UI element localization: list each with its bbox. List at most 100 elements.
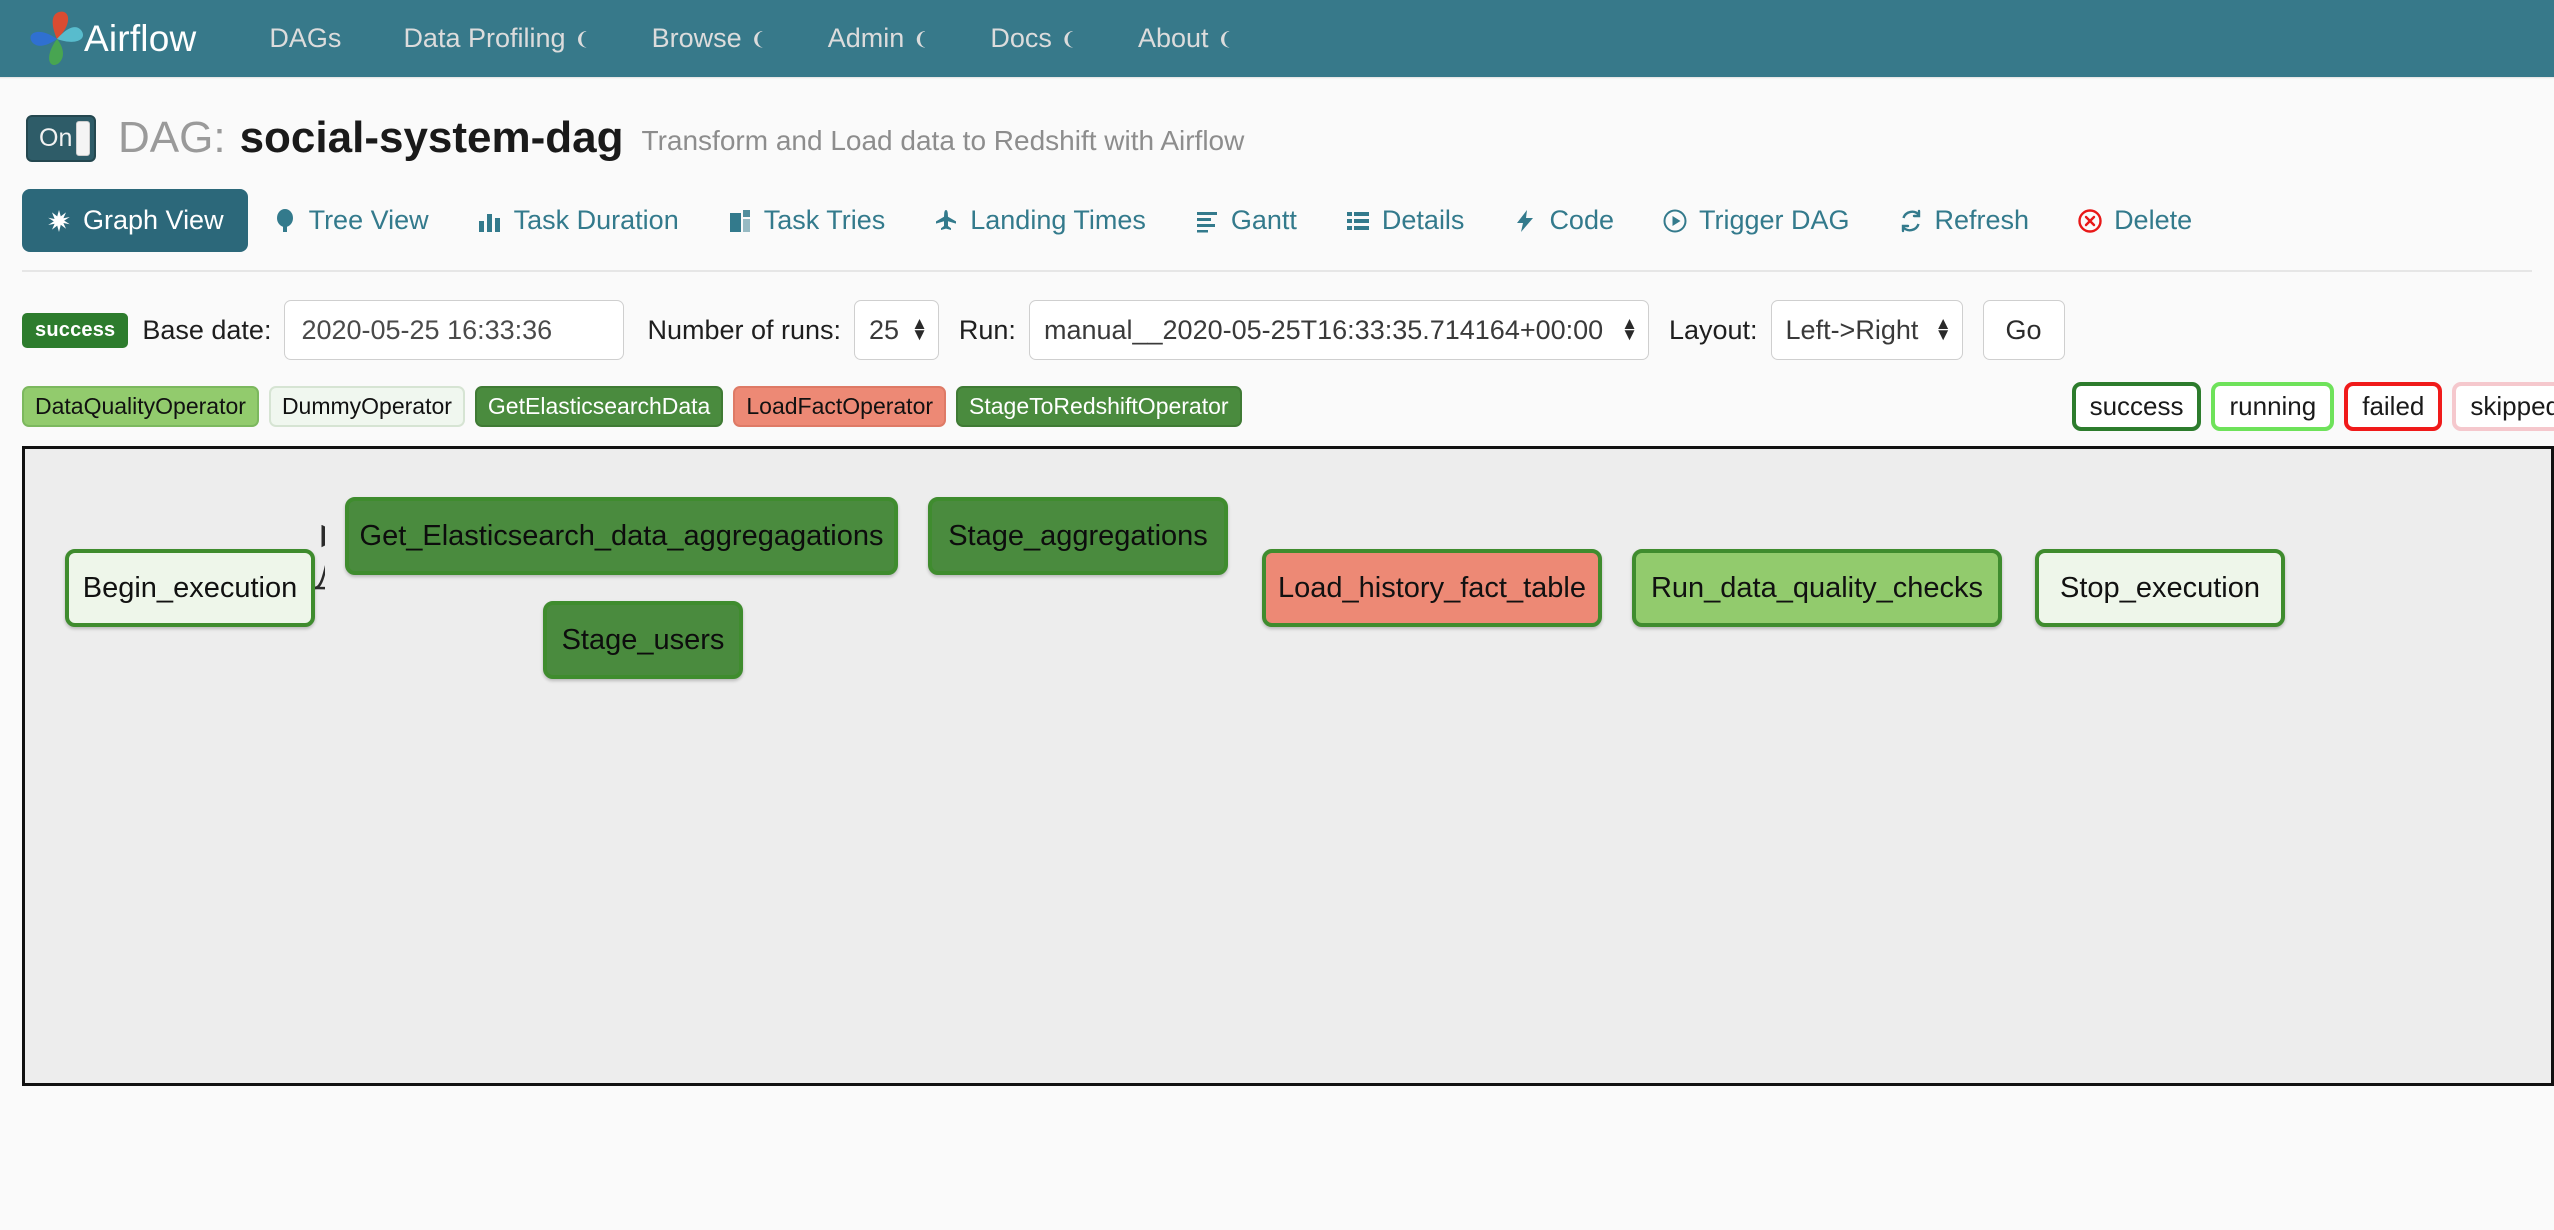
operator-legend-badge[interactable]: DataQualityOperator xyxy=(22,385,259,427)
chevron-down-icon: ❨ xyxy=(574,29,590,49)
spinner-arrows-icon: ▲ ▼ xyxy=(911,314,928,344)
dag-task-node[interactable]: Run_data_quality_checks xyxy=(1632,549,2002,627)
number-of-runs-label: Number of runs: xyxy=(647,314,842,345)
nav-item-label: DAGs xyxy=(269,23,342,53)
run-value: manual__2020-05-25T16:33:35.714164+00:00 xyxy=(1043,314,1604,345)
tab-label: Task Duration xyxy=(513,205,679,235)
status-legend-badge[interactable]: success xyxy=(2071,381,2202,431)
tab-landing-times[interactable]: Landing Times xyxy=(909,189,1170,252)
tab-label: Landing Times xyxy=(970,205,1146,235)
tab-task-tries[interactable]: Task Tries xyxy=(703,189,910,252)
legend-bar: DataQualityOperator DummyOperator GetElast… xyxy=(0,381,2554,431)
graph-edge xyxy=(314,586,325,590)
tab-label: Task Tries xyxy=(763,205,886,235)
tab-label: Graph View xyxy=(83,205,224,235)
dag-toggle-label: On xyxy=(39,123,73,152)
view-tab-bar: Graph View Tree View Task Duration Task … xyxy=(0,189,2554,252)
operator-legend-badge[interactable]: LoadFactOperator xyxy=(733,385,947,427)
brand-home-link[interactable]: Airflow xyxy=(26,8,196,70)
tab-task-duration[interactable]: Task Duration xyxy=(453,189,703,252)
delete-circle-icon xyxy=(2077,208,2103,234)
operator-legend-badge[interactable]: StageToRedshiftOperator xyxy=(956,385,1242,427)
refresh-icon xyxy=(1898,208,1924,234)
tab-refresh[interactable]: Refresh xyxy=(1874,189,2054,252)
tab-code[interactable]: Code xyxy=(1488,189,1638,252)
tab-label: Gantt xyxy=(1230,205,1297,235)
chevron-down-icon: ❨ xyxy=(913,29,929,49)
chevron-down-icon: ❨ xyxy=(1217,29,1233,49)
tab-graph-view[interactable]: Graph View xyxy=(22,189,248,252)
dag-task-node[interactable]: Load_history_fact_table xyxy=(1262,549,1602,627)
tree-icon xyxy=(272,208,298,234)
nav-item-label: Docs xyxy=(990,23,1052,53)
nav-item-dags[interactable]: DAGs xyxy=(238,23,372,54)
base-date-input[interactable] xyxy=(284,300,625,360)
nav-item-browse[interactable]: Browse ❨ xyxy=(621,23,797,54)
navbar-menu: DAGs Data Profiling ❨ Browse ❨ Admin ❨ D… xyxy=(238,23,1263,54)
tab-gantt[interactable]: Gantt xyxy=(1170,189,1321,252)
status-legend-badge[interactable]: skipped xyxy=(2452,381,2554,431)
status-legend: success running failed skipped xyxy=(2071,381,2554,431)
status-legend-badge[interactable]: running xyxy=(2211,381,2335,431)
dag-task-node[interactable]: Stage_aggregations xyxy=(928,497,1228,575)
layout-label: Layout: xyxy=(1668,314,1758,345)
status-badge: success xyxy=(22,312,129,348)
tab-tree-view[interactable]: Tree View xyxy=(248,189,453,252)
nav-item-about[interactable]: About ❨ xyxy=(1107,23,1264,54)
bar-chart-icon xyxy=(477,208,503,234)
tab-label: Delete xyxy=(2114,205,2193,235)
dag-task-node[interactable]: Begin_execution xyxy=(65,549,315,627)
bolt-icon xyxy=(1512,208,1538,234)
number-of-runs-select[interactable]: 25 ▲ ▼ xyxy=(854,300,939,360)
tab-label: Trigger DAG xyxy=(1698,205,1850,235)
plane-icon xyxy=(933,208,959,234)
base-date-label: Base date: xyxy=(142,314,272,345)
layout-select[interactable]: Left->Right ▲ ▼ xyxy=(1770,300,1963,360)
dag-task-node[interactable]: Get_Elasticsearch_data_aggregagations xyxy=(345,497,898,575)
dag-header: On DAG: social-system-dag Transform and … xyxy=(0,79,2554,163)
dag-description: Transform and Load data to Redshift with… xyxy=(641,125,1245,156)
dag-graph-canvas[interactable]: Begin_execution Get_Elasticsearch_data_ag… xyxy=(22,446,2554,1086)
spinner-arrows-icon: ▲ ▼ xyxy=(1934,314,1952,344)
play-circle-icon xyxy=(1662,208,1688,234)
tab-label: Code xyxy=(1549,205,1614,235)
operator-legend: DataQualityOperator DummyOperator GetElast… xyxy=(22,385,1242,427)
dag-task-node[interactable]: Stage_users xyxy=(543,601,743,679)
graph-controls-bar: success Base date: Number of runs: 25 ▲▼… xyxy=(0,300,2554,360)
nav-item-label: Admin xyxy=(827,23,905,53)
dag-task-node[interactable]: Stop_execution xyxy=(2035,549,2285,627)
asterisk-icon xyxy=(46,208,72,234)
nav-item-data-profiling[interactable]: Data Profiling ❨ xyxy=(372,23,620,54)
nav-item-label: About xyxy=(1137,23,1209,53)
run-label: Run: xyxy=(958,314,1016,345)
operator-legend-badge[interactable]: GetElasticsearchData xyxy=(474,385,724,427)
operator-legend-badge[interactable]: DummyOperator xyxy=(268,385,465,427)
dag-pause-toggle[interactable]: On xyxy=(26,114,96,162)
run-select[interactable]: manual__2020-05-25T16:33:35.714164+00:00… xyxy=(1028,300,1649,360)
airflow-pinwheel-logo xyxy=(26,8,88,70)
status-legend-badge[interactable]: failed xyxy=(2344,381,2443,431)
pages-icon xyxy=(727,208,753,234)
go-button[interactable]: Go xyxy=(1982,300,2065,360)
layout-value: Left->Right xyxy=(1785,314,1919,345)
chevron-down-icon: ❨ xyxy=(1060,29,1076,49)
nav-item-label: Data Profiling xyxy=(403,23,566,53)
tab-label: Details xyxy=(1381,205,1465,235)
tab-label: Refresh xyxy=(1934,205,2030,235)
page-title: social-system-dag xyxy=(239,113,624,162)
align-left-icon xyxy=(1194,208,1220,234)
tab-trigger-dag[interactable]: Trigger DAG xyxy=(1638,189,1874,252)
graph-edge xyxy=(314,524,325,590)
nav-item-admin[interactable]: Admin ❨ xyxy=(797,23,960,54)
number-of-runs-value: 25 xyxy=(869,314,900,345)
tab-label: Tree View xyxy=(308,205,429,235)
toggle-knob xyxy=(76,120,90,156)
tab-details[interactable]: Details xyxy=(1321,189,1489,252)
tab-delete[interactable]: Delete xyxy=(2053,189,2216,252)
tabbar-divider xyxy=(22,270,2532,272)
list-icon xyxy=(1345,208,1371,234)
top-navbar: Airflow DAGs Data Profiling ❨ Browse ❨ A… xyxy=(0,0,2554,77)
dag-prefix-label: DAG: xyxy=(118,113,226,162)
nav-item-docs[interactable]: Docs ❨ xyxy=(959,23,1107,54)
nav-item-label: Browse xyxy=(651,23,742,53)
